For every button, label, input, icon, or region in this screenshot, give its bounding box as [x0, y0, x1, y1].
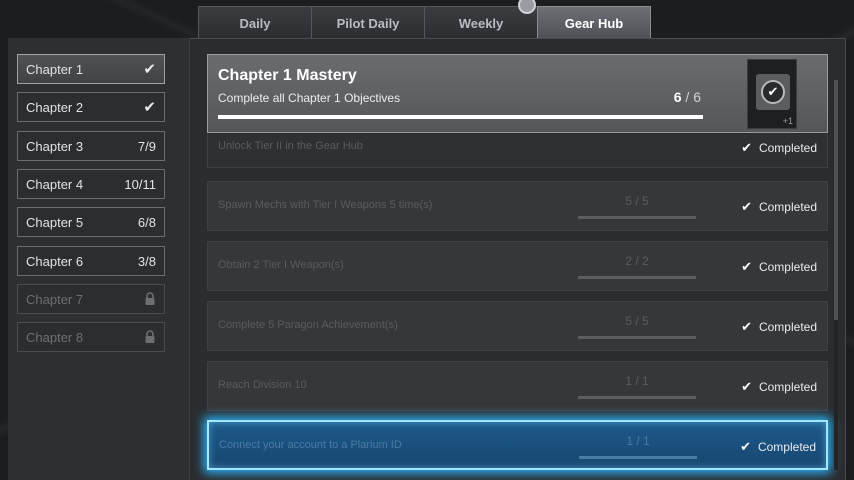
chapter-progress: 6/8: [137, 214, 156, 230]
mastery-current: 6: [673, 89, 682, 105]
check-icon: ✔: [143, 99, 156, 116]
completed-status: ✔ Completed: [740, 439, 816, 455]
chapter-progress: 10/11: [124, 176, 156, 192]
completed-status: ✔ Completed: [741, 199, 817, 215]
completed-status: ✔ Completed: [741, 140, 817, 156]
objective-progress-bar: [578, 396, 696, 399]
status-label: Completed: [758, 141, 817, 155]
scrollbar-thumb[interactable]: [834, 80, 838, 320]
check-icon: ✔: [741, 199, 752, 214]
check-icon: ✔: [741, 379, 752, 394]
chapter-item-2[interactable]: Chapter 2 ✔: [17, 92, 165, 122]
objective-row-highlighted[interactable]: Connect your account to a Plarium ID 1 /…: [207, 420, 828, 470]
chapter-item-1[interactable]: Chapter 1 ✔: [17, 54, 165, 84]
chapter-label: Chapter 5: [26, 214, 84, 230]
chapter-item-3[interactable]: Chapter 3 7/9: [17, 131, 165, 161]
chapter-item-4[interactable]: Chapter 4 10/11: [17, 169, 165, 199]
reward-box[interactable]: ✔ +1: [747, 59, 797, 129]
tab-gear-hub[interactable]: Gear Hub: [537, 6, 651, 39]
objective-progress: 2 / 2: [625, 254, 649, 268]
completed-status: ✔ Completed: [741, 259, 817, 275]
chapter-label: Chapter 4: [26, 176, 84, 192]
tab-daily[interactable]: Daily: [198, 6, 312, 39]
status-label: Completed: [758, 380, 817, 394]
lock-icon: [145, 330, 155, 343]
objective-row: Complete 5 Paragon Achievement(s) 5 / 5 …: [207, 301, 828, 351]
objective-progress: 1 / 1: [625, 374, 649, 388]
chapter-label: Chapter 6: [26, 253, 84, 269]
check-icon: ✔: [740, 439, 751, 454]
objective-text: Obtain 2 Tier I Weapon(s): [218, 259, 344, 271]
reward-quantity: +1: [782, 116, 793, 126]
objective-progress-bar: [578, 336, 696, 339]
chapter-label: Chapter 8: [26, 329, 84, 345]
objective-progress-bar: [578, 216, 696, 219]
lock-icon: [145, 292, 155, 305]
completed-status: ✔ Completed: [741, 379, 817, 395]
mastery-subtitle: Complete all Chapter 1 Objectives: [218, 91, 401, 105]
objective-text: Reach Division 10: [218, 379, 307, 391]
tab-pilot-daily[interactable]: Pilot Daily: [311, 6, 425, 39]
objective-text: Complete 5 Paragon Achievement(s): [218, 319, 398, 331]
chapter-mastery-card: Chapter 1 Mastery Complete all Chapter 1…: [207, 54, 828, 133]
chapter-label: Chapter 7: [26, 291, 84, 307]
completed-status: ✔ Completed: [741, 319, 817, 335]
objective-progress: 5 / 5: [625, 314, 649, 328]
mastery-total: / 6: [685, 89, 701, 105]
objective-progress-bar: [579, 456, 697, 459]
objective-progress: 1 / 1: [626, 434, 650, 448]
chapter-item-8[interactable]: Chapter 8: [17, 322, 165, 352]
mastery-progress-fill: [218, 115, 703, 119]
check-icon: ✔: [741, 140, 752, 155]
chapter-progress: 7/9: [137, 138, 156, 154]
objective-text: Unlock Tier II in the Gear Hub: [218, 140, 363, 152]
objective-row: Unlock Tier II in the Gear Hub ✔ Complet…: [207, 134, 828, 168]
chapter-item-5[interactable]: Chapter 5 6/8: [17, 207, 165, 237]
chapter-item-7[interactable]: Chapter 7: [17, 284, 165, 314]
check-icon: ✔: [741, 319, 752, 334]
objective-progress-bar: [578, 276, 696, 279]
check-icon: ✔: [761, 80, 785, 104]
chapter-label: Chapter 1: [26, 61, 84, 77]
objective-row: Obtain 2 Tier I Weapon(s) 2 / 2 ✔ Comple…: [207, 241, 828, 291]
objective-progress: 5 / 5: [625, 194, 649, 208]
check-icon: ✔: [741, 259, 752, 274]
tab-bar: Daily Pilot Daily Weekly Gear Hub: [198, 6, 651, 40]
objective-row: Reach Division 10 1 / 1 ✔ Completed: [207, 361, 828, 411]
objective-row: Spawn Mechs with Tier I Weapons 5 time(s…: [207, 181, 828, 231]
chapter-progress: 3/8: [137, 253, 156, 269]
status-label: Completed: [757, 440, 816, 454]
mastery-progress-count: 6 / 6: [674, 89, 701, 105]
chapter-item-6[interactable]: Chapter 6 3/8: [17, 246, 165, 276]
status-label: Completed: [758, 200, 817, 214]
mastery-progress-bar: [218, 115, 703, 119]
mastery-title: Chapter 1 Mastery: [218, 67, 357, 84]
status-label: Completed: [758, 320, 817, 334]
chapter-label: Chapter 2: [26, 99, 84, 115]
chapter-label: Chapter 3: [26, 138, 84, 154]
objective-text: Connect your account to a Plarium ID: [219, 439, 402, 451]
objective-text: Spawn Mechs with Tier I Weapons 5 time(s…: [218, 199, 433, 211]
check-icon: ✔: [143, 61, 156, 78]
status-label: Completed: [758, 260, 817, 274]
